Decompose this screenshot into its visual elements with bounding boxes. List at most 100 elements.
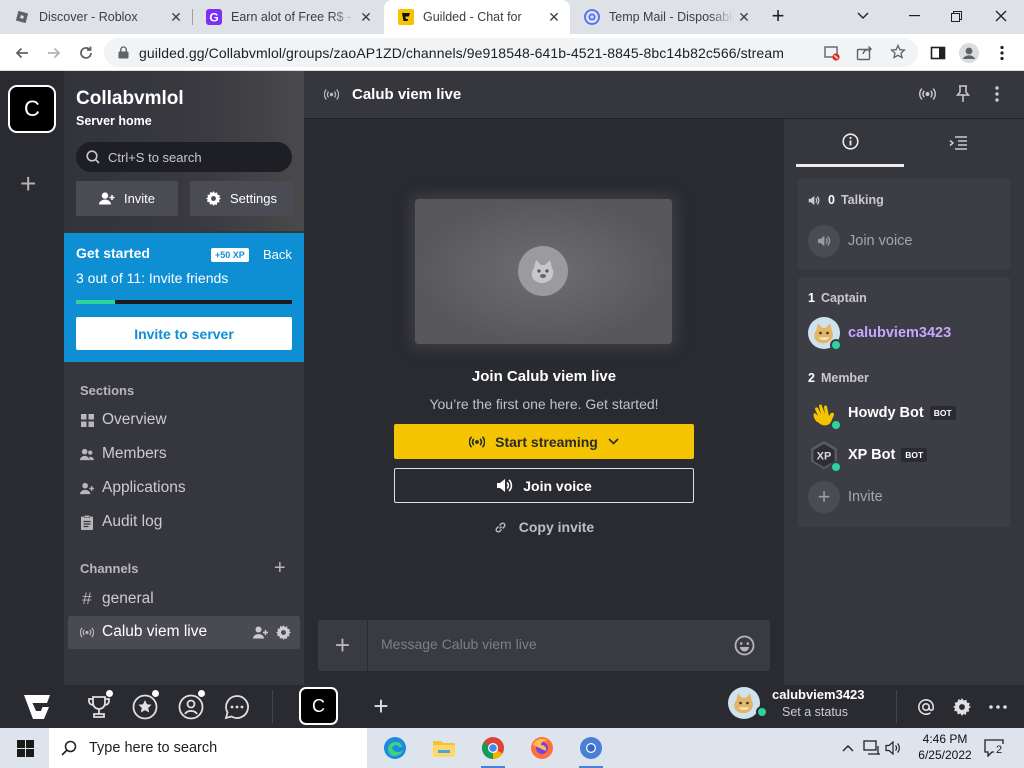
add-server-button[interactable]: +	[366, 685, 396, 728]
share-icon[interactable]	[856, 44, 873, 61]
svg-text:XP: XP	[817, 451, 832, 463]
server-name[interactable]: Collabvmlol	[76, 88, 184, 110]
sidebar-item-audit-log[interactable]: Audit log	[80, 513, 162, 531]
volume-icon[interactable]	[880, 734, 908, 762]
join-stream-subtitle: You’re the first one here. Get started!	[429, 396, 659, 412]
system-clock[interactable]: 4:46 PM 6/25/2022	[913, 731, 977, 763]
start-streaming-button[interactable]: Start streaming	[394, 424, 694, 459]
browser-tab-active[interactable]: Guilded - Chat for ✕	[384, 0, 570, 34]
username[interactable]: calubviem3423	[772, 687, 865, 702]
members-icon	[80, 448, 94, 461]
sidebar-item-applications[interactable]: Applications	[80, 479, 186, 497]
chrome-icon[interactable]	[577, 734, 605, 768]
forward-arrow-icon[interactable]	[42, 42, 66, 64]
notification-center-icon[interactable]: 2	[980, 734, 1008, 762]
tab-threads[interactable]	[904, 119, 1012, 167]
server-icon-button[interactable]: C	[8, 85, 56, 133]
attach-plus-button[interactable]: +	[318, 620, 368, 671]
user-add-icon	[98, 192, 115, 205]
kebab-menu-icon[interactable]	[990, 42, 1014, 64]
divider	[272, 690, 273, 723]
channel-info-panel: 0 Talking Join voice 1 Captain calubviem…	[784, 119, 1024, 685]
restore-icon[interactable]	[938, 0, 974, 32]
edge-browser-icon[interactable]	[381, 734, 409, 762]
trophy-icon[interactable]	[84, 685, 114, 728]
invite-to-server-button[interactable]: Invite to server	[76, 317, 292, 350]
close-tab-icon[interactable]: ✕	[544, 9, 564, 26]
url-text[interactable]: guilded.gg/Collabvmlol/groups/zaoAP1ZD/c…	[139, 45, 784, 61]
pin-icon[interactable]	[956, 85, 970, 103]
browser-tab[interactable]: Temp Mail - Disposable ✕	[570, 0, 760, 34]
join-voice-button[interactable]: Join voice	[394, 468, 694, 503]
member-item-captain[interactable]: calubviem3423	[808, 317, 951, 351]
member-item-howdy-bot[interactable]: Howdy Bot BOT	[808, 397, 956, 431]
browser-tab[interactable]: Discover - Roblox ✕	[0, 0, 192, 34]
more-options-icon[interactable]	[995, 86, 999, 102]
profile-avatar-icon[interactable]	[957, 42, 981, 64]
online-status-dot	[830, 461, 842, 473]
sidebar-item-overview[interactable]: Overview	[80, 411, 167, 429]
invite-button[interactable]: Invite	[76, 181, 178, 216]
channel-settings-gear-icon[interactable]	[276, 625, 291, 640]
doge-avatar-icon	[518, 246, 568, 296]
channel-item-general[interactable]: # general	[80, 589, 153, 609]
firefox-icon[interactable]	[528, 734, 556, 762]
lock-icon[interactable]	[118, 46, 129, 59]
stream-status-icon[interactable]	[919, 88, 936, 100]
guilded-icon	[398, 9, 414, 25]
captain-header: 1 Captain	[808, 291, 867, 305]
notification-count: 2	[994, 744, 1005, 756]
settings-button[interactable]: Settings	[190, 181, 293, 216]
file-explorer-icon[interactable]	[430, 734, 458, 762]
taskbar-search-input[interactable]: Type here to search	[49, 728, 367, 768]
popup-blocked-icon[interactable]	[824, 45, 840, 61]
channel-item-active[interactable]: Calub viem live	[68, 616, 300, 649]
member-item-xp-bot[interactable]: XP XP Bot BOT	[808, 439, 928, 473]
gear-icon[interactable]	[950, 685, 974, 728]
search-input[interactable]: Ctrl+S to search	[76, 142, 292, 172]
channel-item-calub-viem-live[interactable]: Calub viem live	[80, 623, 207, 641]
emoji-icon[interactable]	[734, 635, 755, 656]
close-tab-icon[interactable]: ✕	[356, 9, 376, 26]
omnibox[interactable]: guilded.gg/Collabvmlol/groups/zaoAP1ZD/c…	[104, 38, 918, 67]
notification-dot	[106, 690, 113, 697]
chat-bubble-icon[interactable]	[222, 685, 252, 728]
tab-info[interactable]	[796, 119, 904, 167]
close-tab-icon[interactable]: ✕	[734, 9, 754, 26]
copy-invite-link[interactable]: Copy invite	[304, 519, 784, 535]
windows-taskbar: Type here to search 4:46 PM 6/25/2022 2	[0, 728, 1024, 768]
bookmark-star-icon[interactable]	[890, 44, 906, 60]
star-badge-icon[interactable]	[130, 685, 160, 728]
back-arrow-icon[interactable]	[10, 42, 34, 64]
server-icon-button[interactable]: C	[299, 687, 338, 725]
close-tab-icon[interactable]: ✕	[166, 9, 186, 26]
side-panel-icon[interactable]	[926, 42, 950, 64]
sidebar-item-members[interactable]: Members	[80, 445, 167, 463]
set-status-button[interactable]: Set a status	[756, 705, 848, 719]
server-home-link[interactable]: Server home	[76, 114, 152, 128]
chrome-icon[interactable]	[479, 734, 507, 768]
add-channel-icon[interactable]: +	[274, 557, 286, 580]
invite-user-icon[interactable]	[253, 626, 268, 639]
invite-member-row[interactable]: + Invite	[808, 481, 883, 513]
stream-icon	[469, 435, 486, 448]
search-placeholder: Ctrl+S to search	[108, 149, 202, 165]
more-horizontal-icon[interactable]	[986, 685, 1010, 728]
mentions-at-icon[interactable]	[914, 685, 938, 728]
minimize-icon[interactable]	[894, 0, 934, 32]
browser-tab[interactable]: G Earn alot of Free R$ - G ✕	[192, 0, 382, 34]
windows-start-icon[interactable]	[11, 734, 39, 762]
close-window-icon[interactable]	[982, 0, 1020, 32]
member-header: 2 Member	[808, 371, 869, 385]
new-tab-button[interactable]: +	[764, 0, 792, 32]
join-voice-row[interactable]: Join voice	[808, 225, 912, 257]
search-icon	[61, 740, 77, 756]
message-input[interactable]: Message Calub viem live	[381, 636, 537, 652]
reload-icon[interactable]	[74, 42, 98, 64]
guilded-bottom-bar: C + calubviem3423 Set a status	[0, 685, 1024, 728]
guilded-logo-icon[interactable]	[18, 685, 56, 728]
add-server-button[interactable]: +	[20, 170, 36, 198]
profile-circle-icon[interactable]	[176, 685, 206, 728]
tab-search-icon[interactable]	[848, 0, 878, 32]
back-link[interactable]: Back	[263, 247, 292, 262]
